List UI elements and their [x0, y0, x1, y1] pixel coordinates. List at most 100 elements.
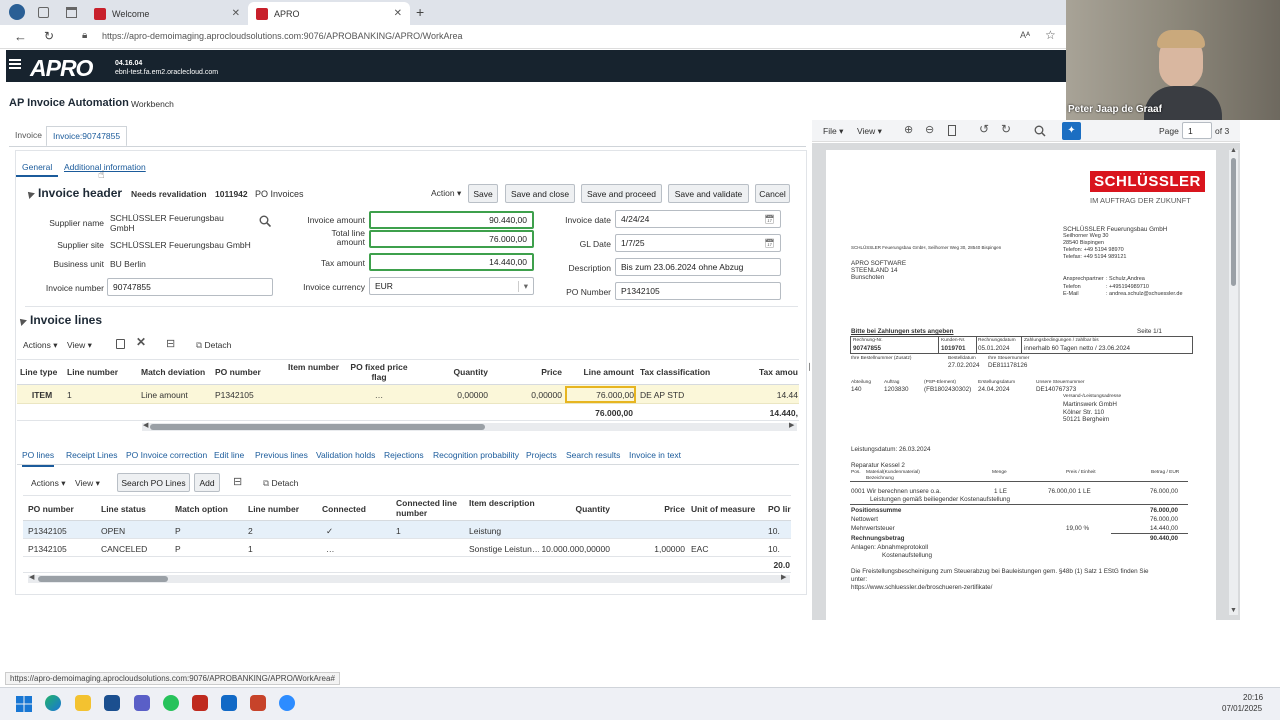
- tab-edit-line[interactable]: Edit line: [214, 450, 244, 460]
- lines-column-header[interactable]: Tax amou: [738, 367, 798, 377]
- scrollbar-thumb[interactable]: [1231, 158, 1236, 286]
- table-cell[interactable]: 0,00000: [418, 390, 488, 400]
- supplier-site-value[interactable]: SCHLÜSSLER Feuerungsbau GmbH: [110, 240, 251, 250]
- table-cell[interactable]: 1,00000: [615, 544, 685, 554]
- read-aloud-icon[interactable]: Aᴬ: [1020, 30, 1030, 40]
- invoice-number-field[interactable]: 90747855: [107, 278, 273, 296]
- table-cell[interactable]: P: [175, 526, 245, 536]
- invoice-header-title[interactable]: Invoice header: [25, 186, 122, 200]
- close-tab-icon[interactable]: ✕: [394, 8, 402, 19]
- add-button[interactable]: Add: [194, 473, 220, 492]
- edge-icon[interactable]: [45, 695, 61, 711]
- total-line-amount-field[interactable]: 76.000,00: [369, 230, 534, 248]
- favorite-star-icon[interactable]: ☆: [1045, 28, 1056, 42]
- scroll-up-icon[interactable]: ▲: [1230, 147, 1237, 154]
- lines-column-header[interactable]: PO fixed price flag: [344, 362, 414, 382]
- table-cell[interactable]: Sonstige Leistun…: [469, 544, 539, 554]
- business-unit-value[interactable]: BU Berlin: [110, 259, 146, 269]
- table-cell[interactable]: EAC: [691, 544, 763, 554]
- description-field[interactable]: Bis zum 23.06.2024 ohne Abzug: [615, 258, 781, 276]
- table-cell[interactable]: Leistung: [469, 526, 539, 536]
- lines-actions-menu[interactable]: Actions ▾: [23, 340, 58, 351]
- calendar-icon[interactable]: 📅︎: [764, 238, 775, 249]
- save-button[interactable]: Save: [468, 184, 498, 203]
- table-cell[interactable]: 10.: [768, 526, 792, 536]
- whatsapp-icon[interactable]: [163, 695, 179, 711]
- zoom-out-icon[interactable]: ⊖: [925, 123, 934, 136]
- po-actions-menu[interactable]: Actions ▾: [31, 478, 66, 489]
- po-column-header[interactable]: PO number: [28, 504, 98, 514]
- new-tab-icon[interactable]: +: [416, 4, 424, 20]
- url-field[interactable]: https://apro-demoimaging.aprocloudsoluti…: [102, 31, 463, 41]
- tab-invoice-90747855[interactable]: Invoice:90747855: [46, 126, 128, 147]
- tab-po-invoice-correction[interactable]: PO Invoice correction: [126, 450, 207, 460]
- table-cell[interactable]: 10.000.000,00000: [541, 544, 610, 554]
- table-cell[interactable]: CANCELED: [101, 544, 171, 554]
- supplier-name-value[interactable]: SCHLÜSSLER Feuerungsbau GmbH: [110, 213, 230, 233]
- table-cell[interactable]: 1: [396, 526, 466, 536]
- tab-invoice-in-text[interactable]: Invoice in text: [629, 450, 681, 460]
- fit-page-icon[interactable]: [948, 125, 956, 136]
- table-cell[interactable]: P1342105: [215, 390, 284, 400]
- lines-column-header[interactable]: Item number: [288, 362, 340, 372]
- subtab-general[interactable]: General: [16, 159, 59, 177]
- po-column-header[interactable]: Connected line number: [396, 498, 466, 518]
- hamburger-menu-icon[interactable]: [9, 59, 21, 69]
- browser-tab-apro[interactable]: APRO ✕: [248, 2, 410, 25]
- tab-receipt-lines[interactable]: Receipt Lines: [66, 450, 118, 460]
- profile-avatar[interactable]: [9, 4, 25, 20]
- po-column-header[interactable]: PO lir: [768, 504, 792, 514]
- freeze-icon[interactable]: ⊟: [233, 475, 242, 488]
- refresh-icon[interactable]: ↻: [44, 29, 54, 43]
- table-cell[interactable]: OPEN: [101, 526, 171, 536]
- pdf-view-menu[interactable]: View ▾: [857, 126, 882, 137]
- table-cell[interactable]: Line amount: [141, 390, 211, 400]
- lines-view-menu[interactable]: View ▾: [67, 340, 92, 351]
- lines-column-header[interactable]: Line type: [20, 367, 64, 377]
- search-po-lines-button[interactable]: Search PO Lines: [117, 473, 190, 492]
- table-cell[interactable]: ✓: [322, 526, 392, 537]
- tax-amount-field[interactable]: 14.440,00: [369, 253, 534, 271]
- filezilla-icon[interactable]: [192, 695, 208, 711]
- scroll-down-icon[interactable]: ▼: [1230, 607, 1237, 614]
- po-detach-button[interactable]: ⧉ Detach: [263, 478, 298, 489]
- close-tab-icon[interactable]: ✕: [232, 8, 240, 19]
- windows-start-icon[interactable]: [16, 696, 32, 712]
- freeze-icon[interactable]: ⊟: [166, 337, 175, 350]
- tab-rejections[interactable]: Rejections: [384, 450, 424, 460]
- po-number-field[interactable]: P1342105: [615, 282, 781, 300]
- tab-search-results[interactable]: Search results: [566, 450, 620, 460]
- lock-icon[interactable]: 🔒︎: [82, 30, 87, 41]
- po-column-header[interactable]: Item description: [469, 498, 539, 508]
- browser-tab-welcome[interactable]: Welcome ✕: [86, 2, 248, 25]
- new-document-icon[interactable]: [116, 339, 125, 349]
- invoice-lines-title[interactable]: Invoice lines: [17, 313, 102, 327]
- invoice-amount-field[interactable]: 90.440,00: [369, 211, 534, 229]
- scrollbar-thumb[interactable]: [38, 576, 168, 582]
- collapse-icon[interactable]: [17, 316, 27, 326]
- tab-actions-icon[interactable]: [66, 7, 77, 18]
- lines-detach-button[interactable]: ⧉ Detach: [196, 340, 231, 351]
- zoom-icon[interactable]: [279, 695, 295, 711]
- invoice-currency-select[interactable]: EUR ▾: [369, 277, 534, 295]
- po-column-header[interactable]: Connected: [322, 504, 392, 514]
- workspaces-icon[interactable]: [38, 7, 49, 18]
- pdf-page-input[interactable]: 1: [1182, 122, 1212, 139]
- file-explorer-icon[interactable]: [75, 695, 91, 711]
- clock-time[interactable]: 20:16: [1243, 693, 1263, 702]
- calendar-icon[interactable]: 📅︎: [764, 214, 775, 225]
- magic-select-icon[interactable]: ✦: [1062, 122, 1081, 140]
- table-cell[interactable]: …: [344, 390, 414, 400]
- save-and-validate-button[interactable]: Save and validate: [668, 184, 749, 203]
- back-icon[interactable]: ←: [14, 29, 27, 44]
- table-cell[interactable]: 1: [248, 544, 318, 554]
- rotate-right-icon[interactable]: ↻: [1001, 122, 1011, 136]
- clock-date[interactable]: 07/01/2025: [1222, 704, 1262, 713]
- pdf-search-icon[interactable]: [1034, 125, 1046, 137]
- scroll-right-icon[interactable]: ▶: [781, 573, 786, 581]
- lines-column-header[interactable]: Tax classification: [640, 367, 734, 377]
- po-column-header[interactable]: Quantity: [541, 504, 610, 514]
- tab-validation-holds[interactable]: Validation holds: [316, 450, 375, 460]
- subtab-additional-information[interactable]: Additional information: [58, 159, 152, 175]
- lines-column-header[interactable]: Quantity: [418, 367, 488, 377]
